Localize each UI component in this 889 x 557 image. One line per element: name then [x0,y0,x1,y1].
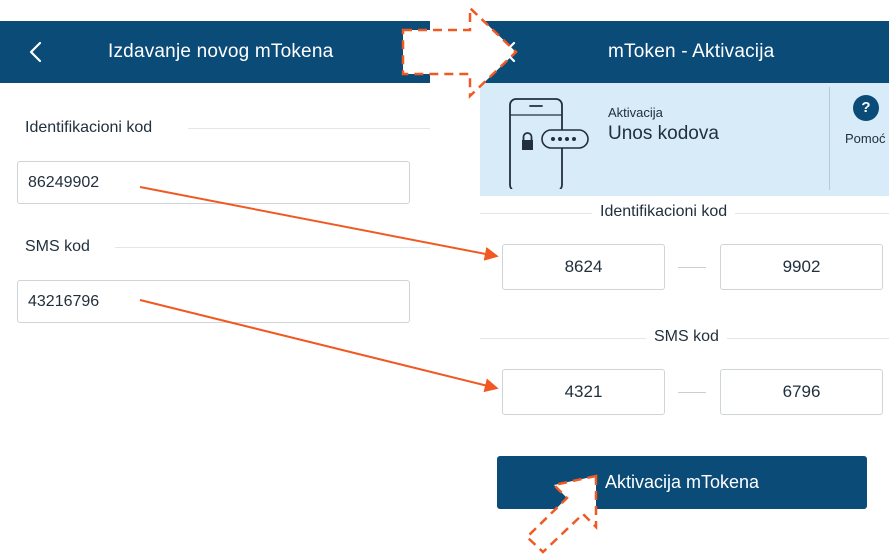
identification-code-label: Identifikacioni kod [25,119,153,136]
left-screen: Izdavanje novog mTokena Identifikacioni … [0,0,430,557]
sms-code-label: SMS kod [25,238,90,255]
identification-part1-input[interactable]: 8624 [502,244,665,290]
help-label[interactable]: Pomoć [845,131,885,146]
back-arrow-icon[interactable] [26,41,48,63]
label-divider [115,247,430,248]
identification-section-title: Identifikacioni kod [592,203,736,221]
phone-lock-icon [509,98,589,189]
identification-part2-input[interactable]: 9902 [720,244,883,290]
activation-banner: Aktivacija Unos kodova ? Pomoć [480,83,889,196]
code-separator [678,392,706,393]
left-page-title: Izdavanje novog mTokena [108,41,334,62]
right-page-title: mToken - Aktivacija [608,41,775,62]
identification-code-input[interactable]: 86249902 [17,161,410,204]
banner-title: Unos kodova [608,123,719,144]
banner-subtitle: Aktivacija [608,105,663,120]
sms-code-input[interactable]: 43216796 [17,280,410,323]
help-icon[interactable]: ? [853,95,879,121]
right-screen: mToken - Aktivacija Aktivacija Unos kodo… [480,0,889,557]
sms-section-title: SMS kod [646,328,727,346]
left-header: Izdavanje novog mTokena [0,21,430,83]
sms-part2-input[interactable]: 6796 [720,369,883,415]
right-header: mToken - Aktivacija [480,21,889,83]
code-separator [678,267,706,268]
banner-divider [829,87,830,190]
sms-part1-input[interactable]: 4321 [502,369,665,415]
label-divider [188,128,430,129]
back-arrow-icon[interactable] [500,41,522,63]
activate-mtoken-button[interactable]: Aktivacija mTokena [497,456,867,509]
